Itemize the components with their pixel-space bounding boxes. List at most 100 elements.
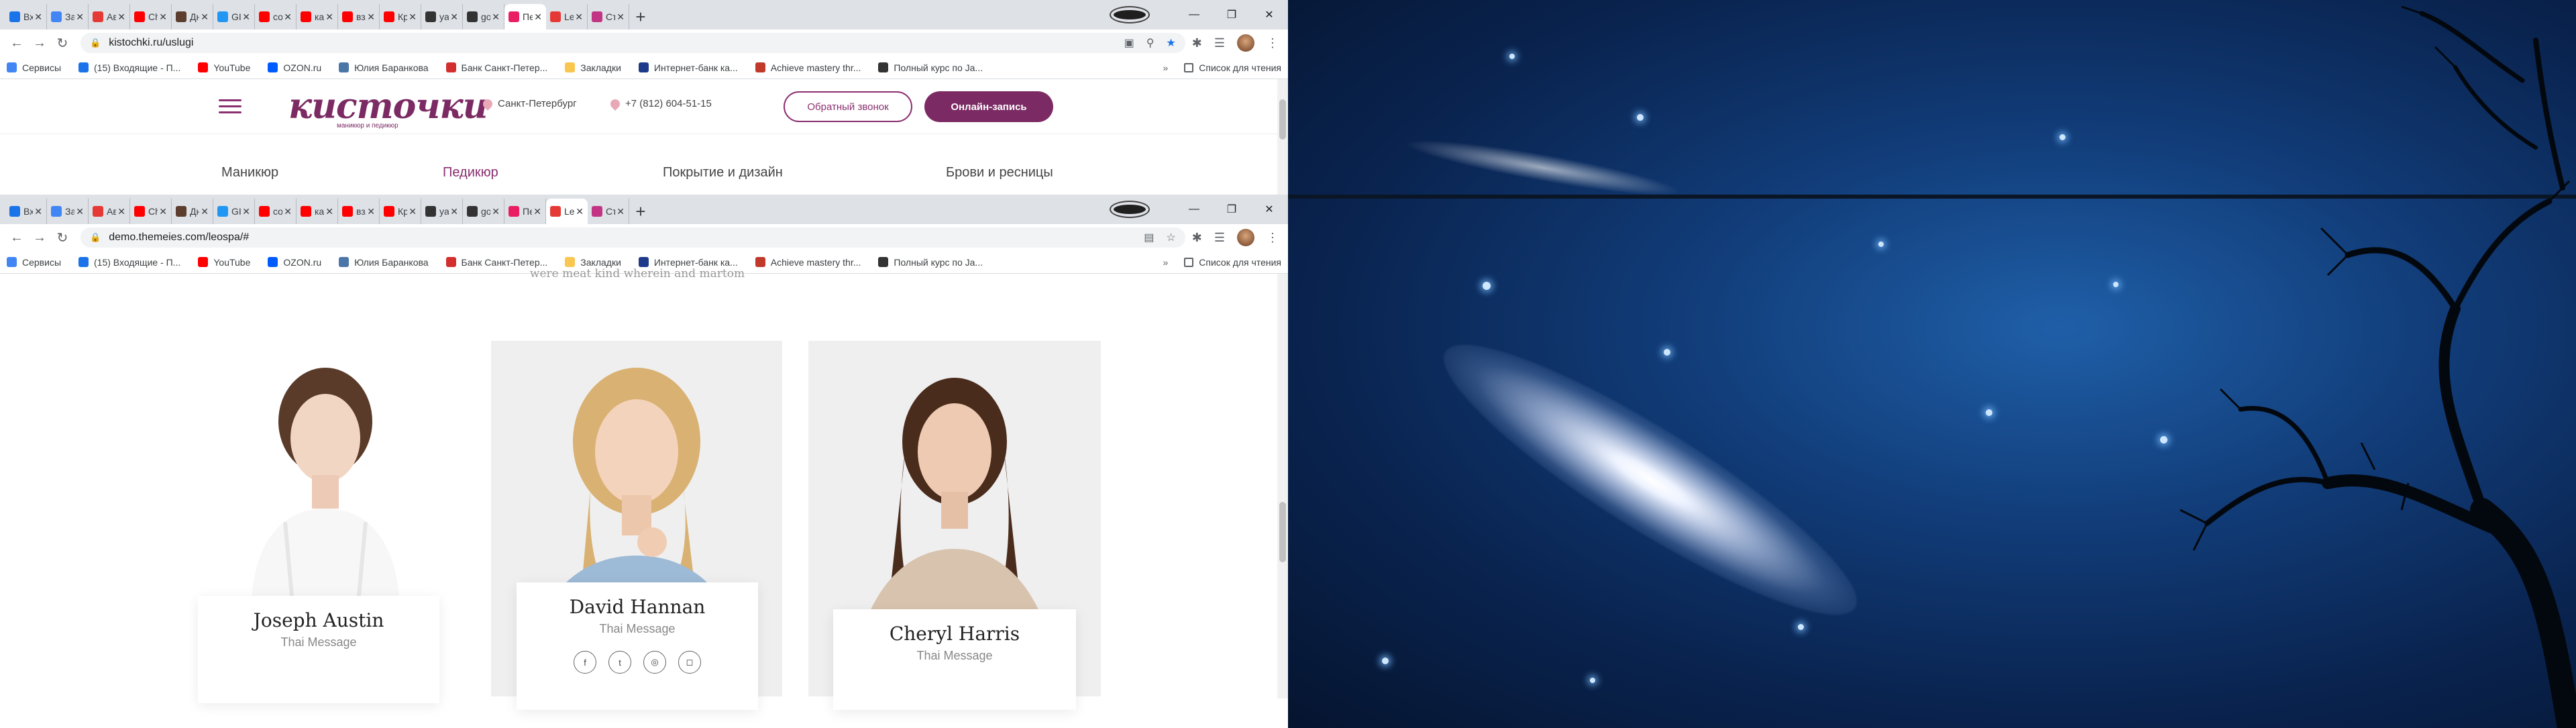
close-icon[interactable]: ✕: [409, 206, 417, 217]
browser-tab[interactable]: yar✕: [421, 199, 463, 224]
lock-icon[interactable]: 🔒: [90, 38, 101, 48]
bookmark-item[interactable]: Банк Санкт-Петер...: [445, 62, 547, 73]
close-icon[interactable]: ✕: [284, 11, 292, 23]
browser-tab[interactable]: как✕: [297, 199, 338, 224]
facebook-icon[interactable]: f: [574, 651, 596, 674]
close-icon[interactable]: ✕: [325, 206, 333, 217]
close-icon[interactable]: ✕: [616, 206, 625, 217]
dribbble-icon[interactable]: ◎: [643, 651, 666, 674]
browser-tab[interactable]: GIS✕: [213, 4, 255, 30]
bookmarks-overflow-icon[interactable]: »: [1163, 62, 1168, 73]
tab-search-icon[interactable]: [1110, 201, 1150, 218]
close-icon[interactable]: ✕: [201, 206, 209, 217]
close-icon[interactable]: ✕: [117, 11, 125, 23]
close-icon[interactable]: ✕: [409, 11, 417, 23]
browser-tab[interactable]: Пе ✕: [504, 199, 546, 224]
menu-icon[interactable]: ⋮: [1267, 36, 1279, 50]
bookmark-star-icon[interactable]: ★: [1166, 36, 1175, 50]
close-icon[interactable]: ✕: [76, 11, 84, 23]
address-bar[interactable]: 🔒 kistochki.ru/uslugi ▣ ⚲ ★: [80, 33, 1185, 53]
browser-tab[interactable]: Сту✕: [588, 199, 629, 224]
browser-tab[interactable]: Вход✕: [5, 4, 47, 30]
browser-tab[interactable]: Дн ✕: [172, 4, 213, 30]
browser-tab[interactable]: GIS✕: [213, 199, 255, 224]
browser-tab[interactable]: Chi✕: [130, 4, 172, 30]
hamburger-menu-icon[interactable]: [219, 99, 241, 117]
close-icon[interactable]: ✕: [367, 11, 375, 23]
bookmark-item[interactable]: Закладки: [565, 257, 621, 268]
close-icon[interactable]: ✕: [76, 206, 84, 217]
bookmark-item[interactable]: Интернет-банк ка...: [638, 257, 738, 268]
instagram-icon[interactable]: ◻: [678, 651, 701, 674]
close-icon[interactable]: ✕: [325, 11, 333, 23]
maximize-icon[interactable]: ❐: [1213, 203, 1250, 216]
bookmark-item[interactable]: OZON.ru: [268, 62, 321, 73]
reading-list-button[interactable]: Список для чтения: [1184, 257, 1281, 268]
phone-link[interactable]: +7 (812) 604-51-15: [608, 97, 712, 111]
scrollbar[interactable]: [1277, 274, 1288, 698]
menu-icon[interactable]: ⋮: [1267, 231, 1279, 245]
install-icon[interactable]: ▣: [1124, 36, 1134, 50]
bookmark-item[interactable]: Юлия Баранкова: [339, 257, 429, 268]
bookmark-item[interactable]: YouTube: [198, 62, 250, 73]
bookmark-item[interactable]: Интернет-банк ка...: [638, 62, 738, 73]
bookmarks-overflow-icon[interactable]: »: [1163, 257, 1168, 268]
maximize-icon[interactable]: ❐: [1213, 8, 1250, 21]
close-icon[interactable]: ✕: [616, 11, 625, 23]
close-icon[interactable]: ✕: [450, 206, 458, 217]
back-icon[interactable]: ←: [5, 36, 28, 51]
lock-icon[interactable]: 🔒: [90, 232, 101, 243]
close-icon[interactable]: ✕: [492, 11, 500, 23]
browser-tab[interactable]: Кри✕: [380, 199, 421, 224]
browser-tab[interactable]: взл✕: [338, 4, 380, 30]
close-icon[interactable]: ✕: [159, 11, 167, 23]
close-icon[interactable]: ✕: [117, 206, 125, 217]
avatar[interactable]: [1237, 34, 1254, 52]
menu-item-pedicure[interactable]: Педикюр: [443, 165, 498, 180]
close-icon[interactable]: ✕: [492, 206, 500, 217]
avatar[interactable]: [1237, 229, 1254, 246]
scrollbar-thumb[interactable]: [1279, 99, 1286, 140]
new-tab-button[interactable]: +: [629, 4, 652, 30]
close-window-icon[interactable]: ✕: [1250, 203, 1288, 216]
bookmark-item[interactable]: Полный курс по Ja...: [878, 257, 983, 268]
extensions-icon[interactable]: ✱: [1192, 231, 1202, 245]
browser-tab[interactable]: Вхо✕: [5, 199, 47, 224]
media-icon[interactable]: ☰: [1214, 231, 1225, 245]
browser-tab[interactable]: Дн ✕: [172, 199, 213, 224]
close-icon[interactable]: ✕: [534, 11, 542, 23]
close-icon[interactable]: ✕: [242, 206, 250, 217]
browser-tab[interactable]: взл✕: [338, 199, 380, 224]
scrollbar-thumb[interactable]: [1279, 502, 1286, 562]
browser-tab[interactable]: Зап✕: [47, 199, 89, 224]
minimize-icon[interactable]: —: [1175, 9, 1213, 21]
close-icon[interactable]: ✕: [34, 206, 42, 217]
bookmark-item[interactable]: (15) Входящие - П...: [78, 257, 180, 268]
close-icon[interactable]: ✕: [34, 11, 42, 23]
translate-icon[interactable]: ▤: [1144, 231, 1154, 244]
bookmark-item[interactable]: Achieve mastery thr...: [755, 62, 861, 73]
browser-tab[interactable]: Кри✕: [380, 4, 421, 30]
media-icon[interactable]: ☰: [1214, 36, 1225, 50]
extensions-icon[interactable]: ✱: [1192, 36, 1202, 50]
forward-icon[interactable]: →: [28, 230, 51, 246]
browser-tab[interactable]: Leo✕: [546, 4, 588, 30]
close-icon[interactable]: ✕: [576, 206, 584, 217]
close-icon[interactable]: ✕: [201, 11, 209, 23]
browser-tab[interactable]: как✕: [297, 4, 338, 30]
browser-tab[interactable]: соб✕: [255, 199, 297, 224]
city-selector[interactable]: Санкт-Петербург: [481, 97, 577, 111]
bookmark-star-icon[interactable]: ☆: [1166, 231, 1175, 244]
callback-button[interactable]: Обратный звонок: [784, 91, 912, 122]
bookmark-item[interactable]: Закладки: [565, 62, 621, 73]
forward-icon[interactable]: →: [28, 36, 51, 51]
online-booking-button[interactable]: Онлайн-запись: [924, 91, 1053, 122]
browser-tab[interactable]: Ави✕: [89, 199, 130, 224]
close-icon[interactable]: ✕: [242, 11, 250, 23]
bookmark-item[interactable]: Банк Санкт-Петер...: [445, 257, 547, 268]
menu-item-manicure[interactable]: Маникюр: [221, 165, 278, 180]
browser-tab[interactable]: gol✕: [463, 4, 504, 30]
bookmark-item[interactable]: Полный курс по Ja...: [878, 62, 983, 73]
browser-tab-active[interactable]: Leo✕: [546, 199, 588, 224]
bookmark-item[interactable]: Achieve mastery thr...: [755, 257, 861, 268]
